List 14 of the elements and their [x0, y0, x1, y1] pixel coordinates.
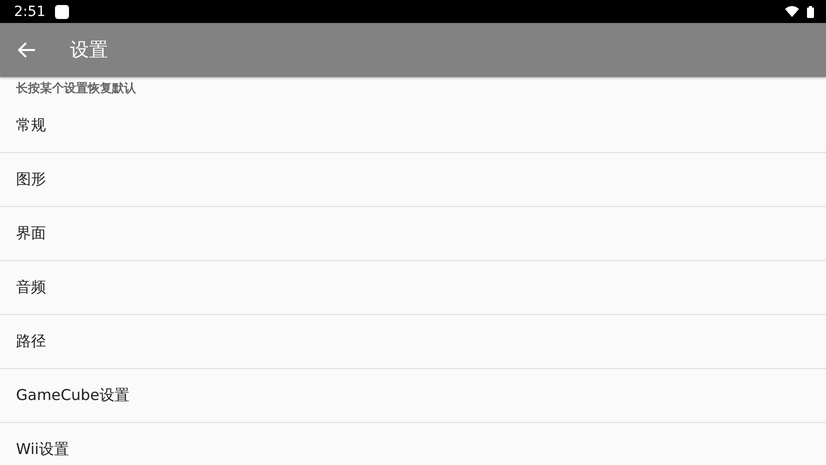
back-arrow-icon: [18, 42, 36, 58]
hint-text: 长按某个设置恢复默认: [15, 80, 137, 96]
wifi-icon: [785, 6, 799, 17]
toolbar-title: 设置: [70, 38, 108, 63]
settings-list-item[interactable]: Wii设置: [0, 423, 826, 465]
settings-list-item[interactable]: 图形: [0, 153, 826, 207]
settings-list-item[interactable]: 常规: [0, 99, 826, 153]
settings-list-item[interactable]: GameCube设置: [0, 369, 826, 423]
settings-list-item[interactable]: 界面: [0, 207, 826, 261]
notification-icon: [55, 4, 70, 18]
battery-icon: [807, 6, 814, 18]
settings-list-item[interactable]: 音频: [0, 261, 826, 315]
settings-list-item[interactable]: 路径: [0, 315, 826, 369]
status-time: 2:51: [14, 4, 46, 20]
